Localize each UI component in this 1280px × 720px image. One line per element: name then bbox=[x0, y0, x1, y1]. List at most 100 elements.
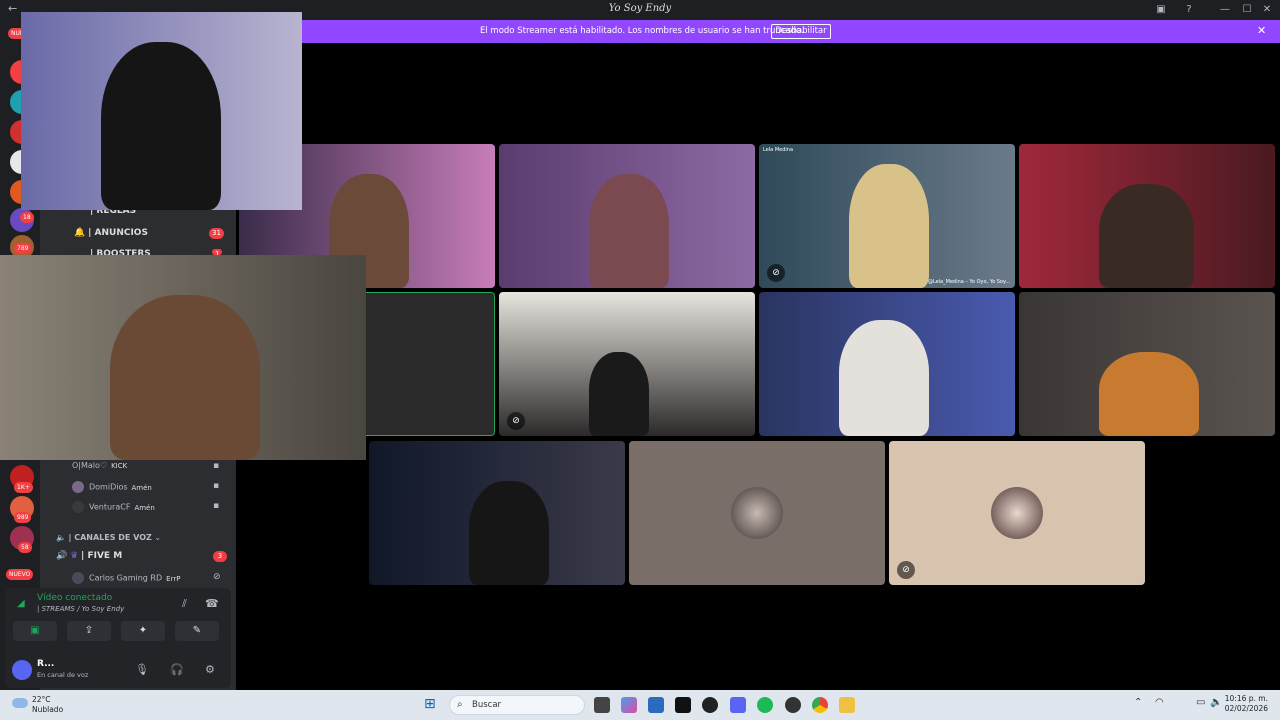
file-explorer-icon[interactable] bbox=[839, 697, 855, 713]
speaker-icon: 🔊 bbox=[56, 551, 68, 561]
participant-name: Lela Medina bbox=[763, 147, 794, 153]
microphone-icon[interactable]: 🎙 bbox=[135, 663, 149, 676]
terminal-icon[interactable] bbox=[675, 697, 691, 713]
windows-taskbar: 22°C Nublado ⊞ ⌕ Buscar 10:16 p. m. 02/02/… bbox=[0, 690, 1280, 720]
member-tag: ErrP bbox=[166, 574, 181, 583]
disable-streamer-button[interactable]: Deshabilitar bbox=[771, 24, 831, 39]
server-badge: 18 bbox=[20, 212, 34, 223]
weather-condition: Nublado bbox=[32, 705, 64, 714]
windows-start-icon[interactable]: ⊞ bbox=[424, 696, 436, 712]
disconnect-icon[interactable]: ☎ bbox=[205, 597, 219, 610]
member-tag: KICK bbox=[111, 462, 128, 470]
server-badge: 989 bbox=[14, 512, 32, 523]
speaker-icon: 🔈 bbox=[56, 533, 66, 542]
volume-icon[interactable]: 🔈 bbox=[1210, 697, 1222, 708]
avatar bbox=[72, 572, 84, 584]
spotify-icon[interactable] bbox=[757, 697, 773, 713]
video-tile[interactable]: ⊘ bbox=[889, 441, 1145, 585]
discord-icon[interactable] bbox=[730, 697, 746, 713]
category-label: | CANALES DE VOZ bbox=[68, 533, 152, 542]
voice-member[interactable]: DomiDios Amén bbox=[72, 481, 152, 493]
avatar bbox=[72, 501, 84, 513]
help-icon[interactable]: ? bbox=[1180, 2, 1198, 18]
signal-icon: ◢ bbox=[17, 598, 25, 609]
participant-avatar bbox=[991, 487, 1043, 539]
video-tile[interactable]: ⊘ bbox=[499, 292, 755, 436]
server-badge: 789 bbox=[14, 243, 32, 254]
chevron-down-icon: ⌄ bbox=[154, 533, 162, 542]
camera-icon: ▪ bbox=[213, 461, 220, 471]
server-badge: 58 bbox=[18, 542, 32, 553]
camera-icon: ▪ bbox=[213, 481, 220, 491]
user-name[interactable]: R... bbox=[37, 659, 54, 669]
avatar bbox=[72, 481, 84, 493]
channel-five-m[interactable]: 🔊 ♛ | FIVE M bbox=[56, 551, 122, 561]
webcam-overlay bbox=[0, 255, 366, 460]
video-tile[interactable] bbox=[1019, 292, 1275, 436]
taskbar-search[interactable]: ⌕ Buscar bbox=[449, 695, 585, 715]
time: 10:16 p. m. bbox=[1224, 694, 1268, 703]
member-name: DomiDios bbox=[89, 482, 128, 492]
battery-icon[interactable]: ▭ bbox=[1196, 697, 1205, 708]
banner-close-icon[interactable]: ✕ bbox=[1257, 24, 1266, 37]
participant-avatar bbox=[731, 487, 783, 539]
headphones-icon[interactable]: 🎧 bbox=[170, 663, 184, 676]
member-name: O|Malo♡ bbox=[72, 461, 108, 470]
unread-badge: 31 bbox=[209, 228, 224, 239]
channel-label: | FIVE M bbox=[81, 551, 123, 561]
server-badge: NUEVO bbox=[6, 569, 34, 580]
member-tag: Amén bbox=[134, 503, 155, 512]
camera-button[interactable]: ▣ bbox=[13, 621, 57, 641]
voice-status[interactable]: Vídeo conectado bbox=[37, 593, 112, 603]
user-status: En canal de voz bbox=[37, 671, 89, 679]
mic-muted-icon: ⊘ bbox=[897, 561, 915, 579]
cloud-icon bbox=[12, 698, 28, 708]
temperature: 22°C bbox=[32, 695, 51, 704]
voice-member[interactable]: VenturaCF Amén bbox=[72, 501, 155, 513]
inbox-icon[interactable]: ▣ bbox=[1152, 2, 1170, 18]
copilot-icon[interactable] bbox=[621, 697, 637, 713]
video-tile[interactable] bbox=[1019, 144, 1275, 288]
store-icon[interactable] bbox=[648, 697, 664, 713]
chevron-up-icon[interactable]: ⌃ bbox=[1134, 697, 1142, 708]
member-name: VenturaCF bbox=[89, 502, 131, 512]
user-panel: R... En canal de voz 🎙 🎧 ⚙ bbox=[5, 655, 231, 688]
voice-category-header[interactable]: 🔈 | CANALES DE VOZ ⌄ bbox=[56, 533, 161, 542]
camera-icon: ▪ bbox=[213, 501, 220, 511]
task-view-icon[interactable] bbox=[594, 697, 610, 713]
settings-icon[interactable]: ⚙ bbox=[205, 663, 215, 676]
maximize-button[interactable]: ☐ bbox=[1238, 2, 1256, 18]
video-tile[interactable] bbox=[629, 441, 885, 585]
member-tag: Amén bbox=[131, 483, 152, 492]
minimize-button[interactable]: — bbox=[1216, 2, 1234, 18]
video-tile[interactable]: Lela Medina ⊘ @Lela_Medina – Yo Oyo, Yo … bbox=[759, 144, 1015, 288]
channel-anuncios[interactable]: 🔔 | ANUNCIOS bbox=[74, 228, 148, 238]
activities-button[interactable]: ✦ bbox=[121, 621, 165, 641]
server-badge: 1K+ bbox=[14, 482, 33, 493]
video-tile[interactable] bbox=[369, 441, 625, 585]
app-icon[interactable] bbox=[785, 697, 801, 713]
date: 02/02/2026 bbox=[1224, 704, 1268, 713]
wifi-icon[interactable]: ◠ bbox=[1155, 697, 1164, 708]
screen-share-button[interactable]: ⇪ bbox=[67, 621, 111, 641]
obs-icon[interactable] bbox=[702, 697, 718, 713]
app-root: ← Yo Soy Endy ▣ ? — ☐ ✕ El modo Streamer… bbox=[0, 0, 1280, 720]
unread-badge: 3 bbox=[213, 551, 227, 562]
video-tile[interactable] bbox=[759, 292, 1015, 436]
member-name: Carlos Gaming RD bbox=[89, 573, 163, 583]
close-window-button[interactable]: ✕ bbox=[1258, 2, 1276, 18]
clock[interactable]: 10:16 p. m. 02/02/2026 bbox=[1224, 694, 1268, 714]
game-icon: ♛ bbox=[70, 551, 79, 561]
noise-suppression-icon[interactable]: ⫽ bbox=[182, 597, 187, 611]
video-tile[interactable] bbox=[499, 144, 755, 288]
banner-message: El modo Streamer está habilitado. Los no… bbox=[480, 26, 804, 36]
voice-location[interactable]: | STREAMS / Yo Soy Endy bbox=[37, 605, 124, 613]
avatar[interactable] bbox=[12, 660, 32, 680]
mic-muted-icon: ⊘ bbox=[507, 412, 525, 430]
chrome-icon[interactable] bbox=[812, 697, 828, 713]
voice-member[interactable]: Carlos Gaming RD ErrP bbox=[72, 572, 180, 584]
soundboard-button[interactable]: ✎ bbox=[175, 621, 219, 641]
voice-member[interactable]: O|Malo♡ KICK bbox=[72, 461, 127, 470]
mic-muted-icon: ⊘ bbox=[213, 572, 221, 582]
webcam-overlay bbox=[21, 12, 302, 210]
